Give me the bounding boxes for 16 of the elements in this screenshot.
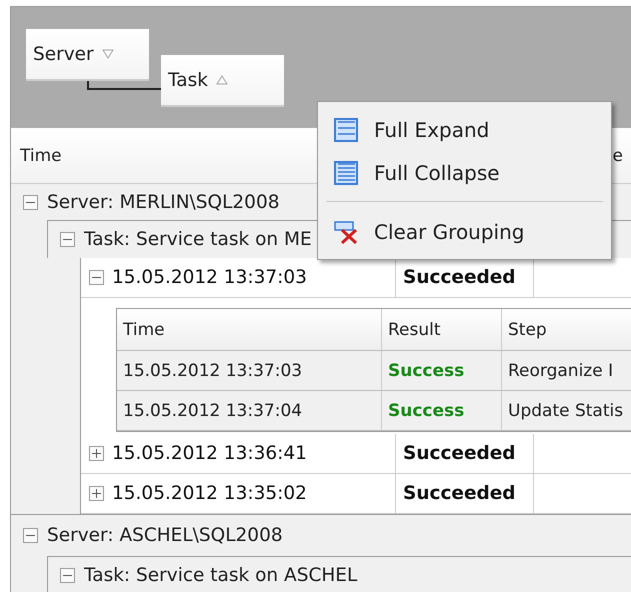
table-cell: 15.05.2012 13:35:02 <box>112 483 307 504</box>
table-cell: 15.05.2012 13:36:41 <box>112 443 307 464</box>
group-label: Task: Service task on ASCHEL <box>84 565 358 586</box>
table-cell: Success <box>388 360 464 380</box>
table-cell: 15.05.2012 13:37:03 <box>123 360 302 380</box>
group-label: Server: MERLIN\SQL2008 <box>47 192 280 212</box>
group-label: Task: Service task on ME <box>84 229 312 250</box>
table-cell: Succeeded <box>403 443 516 464</box>
table-cell: Succeeded <box>403 483 516 504</box>
table-cell: Succeeded <box>403 267 516 288</box>
table-cell: Update Statis <box>508 400 624 420</box>
table-cell: Success <box>388 400 464 420</box>
group-label: Server: ASCHEL\SQL2008 <box>47 525 283 546</box>
table-cell: 15.05.2012 13:37:03 <box>112 267 307 288</box>
table-cell: Reorganize I <box>508 360 614 380</box>
table-cell: 15.05.2012 13:37:04 <box>123 400 302 420</box>
